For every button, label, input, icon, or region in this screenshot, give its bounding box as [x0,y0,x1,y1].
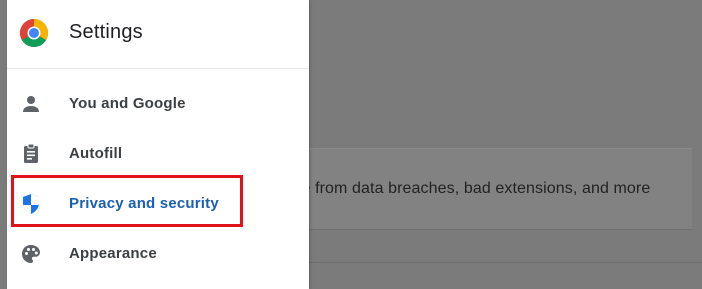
chrome-logo-icon [20,19,48,47]
drawer-header: Settings [7,0,309,69]
nav-item-label: Privacy and security [69,195,219,212]
shield-icon [23,194,39,214]
nav-item-privacy-and-security[interactable]: Privacy and security [7,180,309,228]
settings-drawer: Settings You and Google Autofill Privacy… [7,0,309,289]
background-divider [300,262,702,263]
palette-icon [22,245,40,263]
nav-item-label: You and Google [69,95,186,112]
nav-item-autofill[interactable]: Autofill [7,130,309,178]
nav-item-label: Appearance [69,245,157,262]
settings-screen: afe from data breaches, bad extensions, … [0,0,702,289]
person-icon [23,96,39,112]
nav-item-appearance[interactable]: Appearance [7,230,309,278]
nav-item-label: Autofill [69,145,123,162]
drawer-title: Settings [69,21,143,43]
clipboard-icon [24,143,38,163]
nav-item-you-and-google[interactable]: You and Google [7,80,309,128]
background-text: afe from data breaches, bad extensions, … [288,180,651,197]
